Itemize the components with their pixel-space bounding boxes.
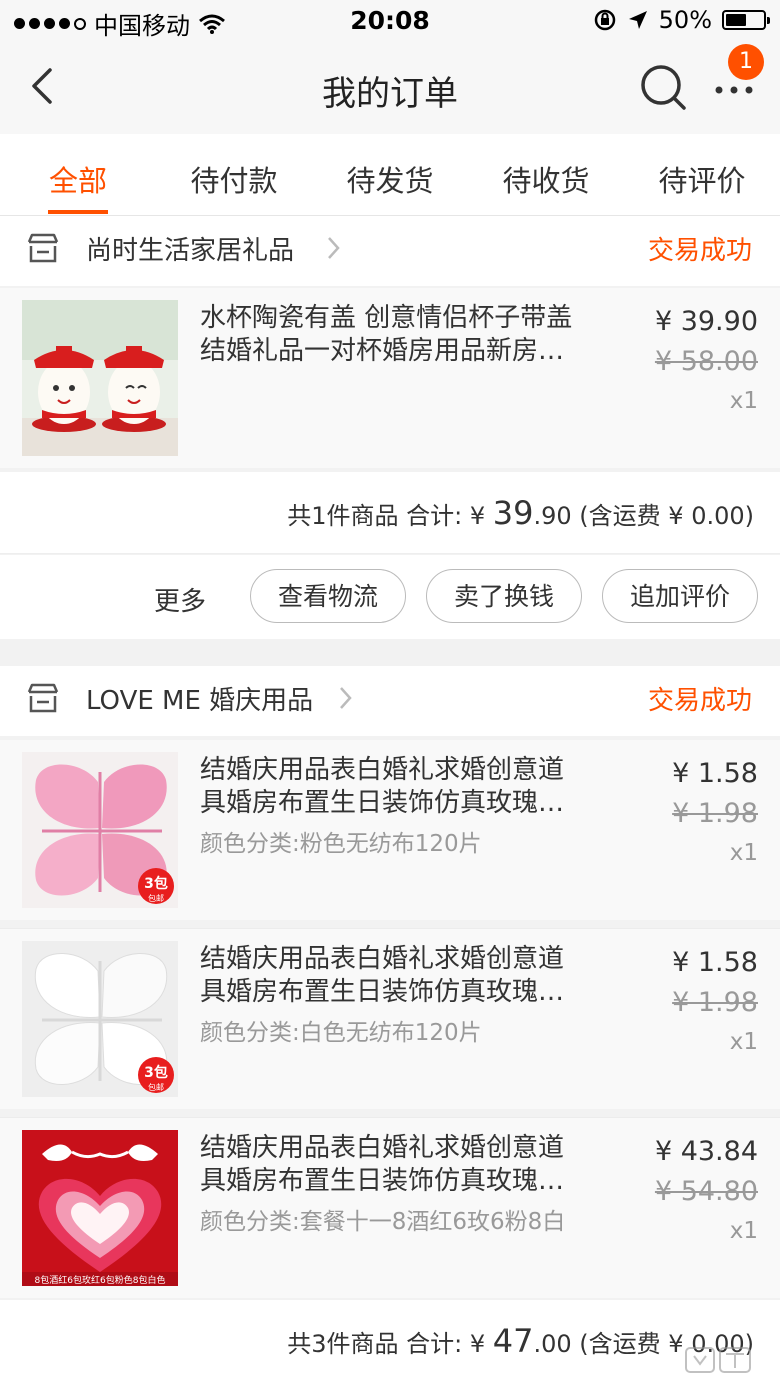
shop-name[interactable]: LOVE ME 婚庆用品 <box>86 680 313 717</box>
product-title-line2: 结婚礼品一对杯婚房用品新房… <box>200 336 565 366</box>
product-price: ¥ 1.58 <box>672 947 758 978</box>
store-icon <box>27 233 59 263</box>
product-title-line1: 结婚庆用品表白婚礼求婚创意道 <box>200 1133 565 1163</box>
store-icon <box>27 683 59 713</box>
product-title[interactable]: 水杯陶瓷有盖 创意情侣杯子带盖 结婚礼品一对杯婚房用品新房… <box>200 302 600 368</box>
product-thumbnail[interactable]: 8包酒红6包玫红6包粉色8包白色 <box>22 1130 178 1286</box>
order-total: 共1件商品 合计: ¥ 39.90 (含运费 ¥ 0.00) <box>287 494 754 532</box>
tab-all[interactable]: 全部 <box>0 158 156 200</box>
shipping-fee-text: (含运费 ¥ 0.00) <box>571 502 754 530</box>
product-thumbnail[interactable]: 3包 包邮 <box>22 752 178 908</box>
product-title-line1: 结婚庆用品表白婚礼求婚创意道 <box>200 944 565 974</box>
product-quantity: x1 <box>729 1218 758 1244</box>
product-title-line2: 具婚房布置生日装饰仿真玫瑰… <box>200 977 565 1007</box>
order-total-decimal: .00 <box>533 1330 572 1358</box>
cup-pair-image <box>22 300 178 456</box>
product-price: ¥ 43.84 <box>654 1136 758 1167</box>
white-petals-image: 3包 包邮 <box>22 941 178 1097</box>
tab-pending-payment[interactable]: 待付款 <box>156 158 312 200</box>
more-actions-link[interactable]: 更多 <box>154 581 206 618</box>
order-total-integer: 47 <box>492 1322 534 1360</box>
chevron-right-icon <box>328 237 340 259</box>
heart-petals-image: 8包酒红6包玫红6包粉色8包白色 <box>22 1130 178 1286</box>
white-badge-text: 3包 <box>144 1064 168 1081</box>
original-price: ¥ 54.80 <box>654 1176 758 1207</box>
product-quantity: x1 <box>729 1029 758 1055</box>
status-bar: 中国移动 20:08 50% <box>0 0 780 42</box>
order-count-text: 共1件商品 合计: ¥ <box>287 502 493 530</box>
product-variant: 颜色分类:粉色无纺布120片 <box>200 831 482 857</box>
view-logistics-button[interactable]: 查看物流 <box>250 569 406 623</box>
tab-pending-shipment[interactable]: 待发货 <box>312 158 468 200</box>
active-tab-indicator <box>48 210 108 214</box>
battery-percent: 50% <box>658 6 712 34</box>
notification-badge: 1 <box>728 44 764 80</box>
pink-badge-sub: 包邮 <box>148 893 164 903</box>
order-status: 交易成功 <box>647 236 752 266</box>
heart-caption: 8包酒红6包玫红6包粉色8包白色 <box>35 1274 166 1286</box>
resell-button[interactable]: 卖了换钱 <box>426 569 582 623</box>
order-item[interactable]: 3包 包邮 结婚庆用品表白婚礼求婚创意道 具婚房布置生日装饰仿真玫瑰… 颜色分类… <box>0 740 780 920</box>
tab-pending-receipt[interactable]: 待收货 <box>468 158 624 200</box>
product-title-line1: 结婚庆用品表白婚礼求婚创意道 <box>200 755 565 785</box>
product-variant: 颜色分类:套餐十一8酒红6玫6粉8白 <box>200 1209 566 1235</box>
rotation-lock-icon <box>594 9 615 31</box>
order-status: 交易成功 <box>647 686 752 716</box>
status-right: 50% <box>593 6 770 34</box>
order-count-text: 共3件商品 合计: ¥ <box>287 1330 493 1358</box>
location-arrow-icon <box>628 11 647 29</box>
product-title-line2: 具婚房布置生日装饰仿真玫瑰… <box>200 1166 565 1196</box>
order-tabs: 全部 待付款 待发货 待收货 待评价 <box>0 134 780 216</box>
product-price: ¥ 1.58 <box>672 758 758 789</box>
order-total-decimal: .90 <box>533 502 572 530</box>
product-quantity: x1 <box>729 840 758 866</box>
order-total-integer: 39 <box>492 494 534 532</box>
pink-badge-text: 3包 <box>144 875 168 892</box>
shop-header[interactable]: 尚时生活家居礼品 交易成功 <box>0 216 780 286</box>
product-quantity: x1 <box>729 388 758 414</box>
order-summary: 共3件商品 合计: ¥ 47.00 (含运费 ¥ 0.00) <box>0 1300 780 1388</box>
watermark-logo <box>685 1347 751 1373</box>
product-price: ¥ 39.90 <box>654 306 758 337</box>
battery-icon <box>722 10 770 30</box>
add-review-button[interactable]: 追加评价 <box>602 569 758 623</box>
order-summary: 共1件商品 合计: ¥ 39.90 (含运费 ¥ 0.00) <box>0 472 780 554</box>
shop-name[interactable]: 尚时生活家居礼品 <box>86 230 294 267</box>
product-title[interactable]: 结婚庆用品表白婚礼求婚创意道 具婚房布置生日装饰仿真玫瑰… <box>200 754 600 820</box>
product-thumbnail[interactable]: 3包 包邮 <box>22 941 178 1097</box>
product-title[interactable]: 结婚庆用品表白婚礼求婚创意道 具婚房布置生日装饰仿真玫瑰… <box>200 943 600 1009</box>
pink-petals-image: 3包 包邮 <box>22 752 178 908</box>
nav-bar: 我的订单 1 <box>0 42 780 134</box>
product-thumbnail[interactable] <box>22 300 178 456</box>
product-variant: 颜色分类:白色无纺布120片 <box>200 1020 482 1046</box>
original-price: ¥ 1.98 <box>672 987 758 1018</box>
order-item[interactable]: 3包 包邮 结婚庆用品表白婚礼求婚创意道 具婚房布置生日装饰仿真玫瑰… 颜色分类… <box>0 929 780 1109</box>
order-actions: 更多 查看物流 卖了换钱 追加评价 <box>0 555 780 639</box>
chevron-right-icon <box>340 687 352 709</box>
tab-pending-review[interactable]: 待评价 <box>624 158 780 200</box>
product-title-line1: 水杯陶瓷有盖 创意情侣杯子带盖 <box>200 303 573 333</box>
shop-header[interactable]: LOVE ME 婚庆用品 交易成功 <box>0 666 780 736</box>
white-badge-sub: 包邮 <box>148 1082 164 1092</box>
order-item[interactable]: 水杯陶瓷有盖 创意情侣杯子带盖 结婚礼品一对杯婚房用品新房… ¥ 39.90 ¥… <box>0 288 780 468</box>
search-icon[interactable] <box>638 62 688 112</box>
original-price: ¥ 58.00 <box>654 346 758 377</box>
product-title[interactable]: 结婚庆用品表白婚礼求婚创意道 具婚房布置生日装饰仿真玫瑰… <box>200 1132 600 1198</box>
product-title-line2: 具婚房布置生日装饰仿真玫瑰… <box>200 788 565 818</box>
order-item[interactable]: 8包酒红6包玫红6包粉色8包白色 结婚庆用品表白婚礼求婚创意道 具婚房布置生日装… <box>0 1118 780 1298</box>
original-price: ¥ 1.98 <box>672 798 758 829</box>
